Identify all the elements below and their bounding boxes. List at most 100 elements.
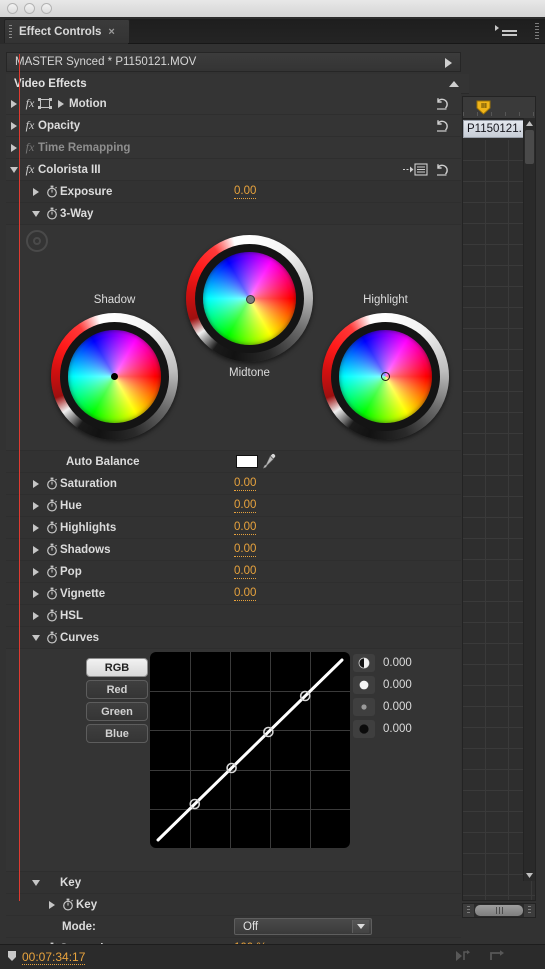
stopwatch-icon[interactable]: [44, 477, 60, 490]
zoom-window-button[interactable]: [41, 3, 52, 14]
param-row-auto-balance[interactable]: Auto Balance: [6, 451, 461, 473]
param-value-saturation[interactable]: 0.00: [234, 477, 257, 491]
param-row-shadows[interactable]: Shadows 0.00: [6, 539, 461, 561]
curve-value[interactable]: 0.000: [383, 679, 412, 691]
stopwatch-icon[interactable]: [44, 565, 60, 578]
timeline-zoom-scrollbar[interactable]: [462, 903, 536, 918]
chevron-right-icon[interactable]: [445, 58, 452, 68]
curve-channel-blue[interactable]: Blue: [86, 724, 148, 743]
param-value-shadows[interactable]: 0.00: [234, 543, 257, 557]
disclosure-triangle-vignette[interactable]: [28, 589, 44, 598]
setup-icon-colorista[interactable]: [402, 163, 428, 176]
param-value-highlights[interactable]: 0.00: [234, 521, 257, 535]
effect-row-colorista-iii[interactable]: fx Colorista III: [6, 159, 461, 181]
param-row-pop[interactable]: Pop 0.00: [6, 561, 461, 583]
loop-icon[interactable]: [489, 949, 505, 965]
effect-row-time-remapping[interactable]: fx Time Remapping: [6, 137, 461, 159]
param-row-highlights[interactable]: Highlights 0.00: [6, 517, 461, 539]
disclosure-triangle-shadows[interactable]: [28, 545, 44, 554]
disclosure-triangle-key-group[interactable]: [28, 879, 44, 886]
effect-row-motion[interactable]: fx Motion: [6, 93, 461, 115]
param-value-pop[interactable]: 0.00: [234, 565, 257, 579]
effect-controls-timeline[interactable]: P1150121.: [462, 96, 536, 901]
disclosure-triangle-pop[interactable]: [28, 567, 44, 576]
stopwatch-icon[interactable]: [60, 898, 76, 911]
chevron-up-icon[interactable]: [449, 81, 459, 87]
curve-channel-red[interactable]: Red: [86, 680, 148, 699]
timeline-clip-bar[interactable]: P1150121.: [463, 120, 531, 138]
curve-readout-midtone[interactable]: 0.000: [353, 696, 463, 718]
play-keyframe-icon[interactable]: [455, 949, 471, 965]
curve-value[interactable]: 0.000: [383, 657, 412, 669]
param-row-3way[interactable]: 3-Way: [6, 203, 461, 225]
marker-icon[interactable]: [7, 950, 17, 965]
curve-readout-contrast[interactable]: 0.000: [353, 652, 463, 674]
zoom-handle-left[interactable]: [463, 904, 474, 917]
highlight-indicator-dot[interactable]: [381, 372, 390, 381]
stopwatch-icon[interactable]: [44, 631, 60, 644]
param-row-vignette[interactable]: Vignette 0.00: [6, 583, 461, 605]
param-value-vignette[interactable]: 0.00: [234, 587, 257, 601]
disclosure-triangle-3way[interactable]: [28, 210, 44, 217]
reset-icon-opacity[interactable]: [434, 118, 449, 133]
zoom-bar[interactable]: [475, 905, 523, 916]
chevron-down-icon[interactable]: [352, 920, 369, 933]
param-row-exposure[interactable]: Exposure 0.00: [6, 181, 461, 203]
scrollbar-thumb[interactable]: [525, 130, 534, 164]
curve-value[interactable]: 0.000: [383, 723, 412, 735]
stopwatch-icon[interactable]: [44, 543, 60, 556]
param-row-key[interactable]: Key: [6, 894, 461, 916]
auto-balance-color-swatch[interactable]: [236, 455, 258, 468]
midtone-indicator-dot[interactable]: [246, 295, 255, 304]
tab-effect-controls[interactable]: Effect Controls ×: [4, 19, 130, 43]
curve-readout-highlight[interactable]: 0.000: [353, 674, 463, 696]
stopwatch-icon[interactable]: [44, 521, 60, 534]
timeline-playhead[interactable]: [19, 54, 20, 901]
stopwatch-icon[interactable]: [44, 207, 60, 220]
disclosure-triangle-key[interactable]: [44, 900, 60, 909]
close-icon[interactable]: ×: [108, 26, 114, 38]
eyedropper-icon[interactable]: [262, 453, 277, 469]
color-wheel-shadow[interactable]: Shadow: [51, 294, 178, 440]
disclosure-triangle-curves[interactable]: [28, 634, 44, 641]
disclosure-triangle-highlights[interactable]: [28, 523, 44, 532]
color-wheel-highlight[interactable]: Highlight: [322, 294, 449, 440]
param-row-key-group[interactable]: Key: [6, 872, 461, 894]
stopwatch-icon[interactable]: [44, 609, 60, 622]
disclosure-triangle-hue[interactable]: [28, 501, 44, 510]
panel-menu-icon[interactable]: [495, 25, 517, 37]
disclosure-triangle-motion-sub[interactable]: [53, 99, 69, 108]
disclosure-triangle-hsl[interactable]: [28, 611, 44, 620]
current-timecode[interactable]: 00:07:34:17: [22, 950, 86, 965]
zoom-handle-right[interactable]: [524, 904, 535, 917]
timeline-ruler[interactable]: [463, 97, 535, 119]
panel-drag-grip-icon[interactable]: [9, 25, 12, 38]
timeline-vertical-scrollbar[interactable]: [523, 118, 535, 881]
shadow-indicator-dot[interactable]: [111, 373, 118, 380]
stopwatch-icon[interactable]: [44, 185, 60, 198]
panel-resize-grip-icon[interactable]: [535, 23, 539, 39]
stopwatch-icon[interactable]: [44, 499, 60, 512]
close-window-button[interactable]: [7, 3, 18, 14]
reset-icon-colorista[interactable]: [434, 162, 449, 177]
color-wheel-midtone[interactable]: Midtone: [186, 235, 313, 379]
mode-dropdown[interactable]: Off: [234, 918, 372, 935]
param-row-hsl[interactable]: HSL: [6, 605, 461, 627]
minimize-window-button[interactable]: [24, 3, 35, 14]
param-value-hue[interactable]: 0.00: [234, 499, 257, 513]
reset-icon-motion[interactable]: [434, 96, 449, 111]
curve-value[interactable]: 0.000: [383, 701, 412, 713]
clip-header[interactable]: MASTER Synced * P1150121.MOV: [6, 52, 461, 72]
param-row-curves[interactable]: Curves: [6, 627, 461, 649]
video-effects-header[interactable]: Video Effects: [6, 74, 469, 94]
scroll-up-icon[interactable]: [524, 118, 535, 129]
disclosure-triangle-exposure[interactable]: [28, 187, 44, 196]
stopwatch-icon[interactable]: [44, 587, 60, 600]
param-row-mode[interactable]: Mode: Off: [6, 916, 461, 938]
scroll-down-icon[interactable]: [524, 870, 535, 881]
effect-row-opacity[interactable]: fx Opacity: [6, 115, 461, 137]
param-row-saturation[interactable]: Saturation 0.00: [6, 473, 461, 495]
disclosure-triangle-saturation[interactable]: [28, 479, 44, 488]
curve-channel-green[interactable]: Green: [86, 702, 148, 721]
playhead-marker-icon[interactable]: [475, 100, 492, 115]
